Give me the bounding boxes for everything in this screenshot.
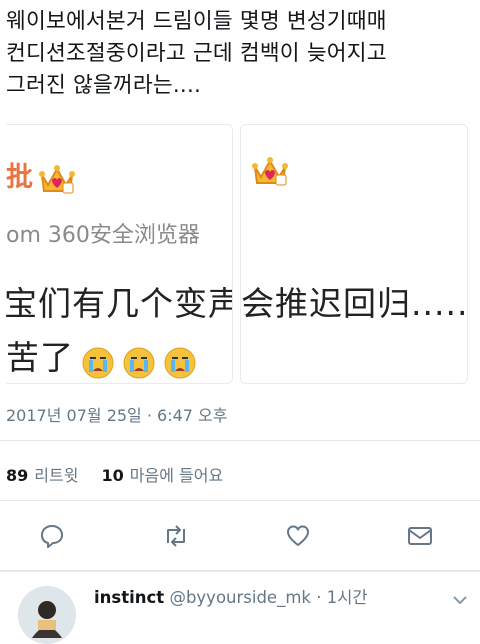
weibo-text-line2: 苦了 [6, 338, 74, 377]
like-button[interactable] [282, 520, 314, 552]
reply-button[interactable] [36, 520, 68, 552]
crying-emoji-icon [163, 346, 197, 384]
retweet-button[interactable] [160, 520, 192, 552]
tweet-timestamp: 2017년 07월 25일 · 6:47 오후 [6, 406, 228, 425]
weibo-text-right: 会推迟回归..... [241, 284, 468, 323]
reply-icon [41, 525, 63, 548]
divider [0, 500, 480, 501]
reply-handle: @byyourside_mk · 1시간 [169, 588, 368, 607]
avatar[interactable] [18, 586, 76, 644]
crying-emoji-icon [81, 346, 115, 384]
crown-icon [38, 163, 76, 201]
tweet-actions [0, 520, 480, 552]
reply-tweet[interactable]: instinct @byyourside_mk · 1시간 [0, 572, 480, 644]
reply-author[interactable]: instinct @byyourside_mk · 1시간 [94, 584, 368, 608]
media-image-left[interactable]: 批 om 360安全浏览器 宝们有几个变声 苦了 [6, 124, 233, 384]
message-icon [408, 527, 432, 545]
reply-display-name: instinct [94, 588, 165, 607]
media-image-right[interactable]: 会推迟回归..... [240, 124, 468, 384]
retweets-stat[interactable]: 89 리트윗 [6, 466, 78, 485]
tweet-stats: 89 리트윗 10 마음에 들어요 [6, 462, 241, 486]
tweet-text: 웨이보에서본거 드림이들 몇명 변성기때매 컨디션조절중이라고 근데 컴백이 늦… [6, 9, 387, 98]
heart-icon [287, 525, 309, 546]
retweet-icon [167, 525, 185, 547]
weibo-text-line1: 宝们有几个变声 [6, 284, 233, 323]
crown-icon [251, 155, 289, 193]
divider [0, 440, 480, 441]
likes-stat[interactable]: 10 마음에 들어요 [102, 466, 224, 485]
message-button[interactable] [404, 520, 436, 552]
crying-emoji-icon [122, 346, 156, 384]
weibo-username: 批 [6, 162, 33, 193]
chevron-down-icon[interactable] [452, 590, 468, 609]
weibo-source: om 360安全浏览器 [6, 223, 200, 248]
